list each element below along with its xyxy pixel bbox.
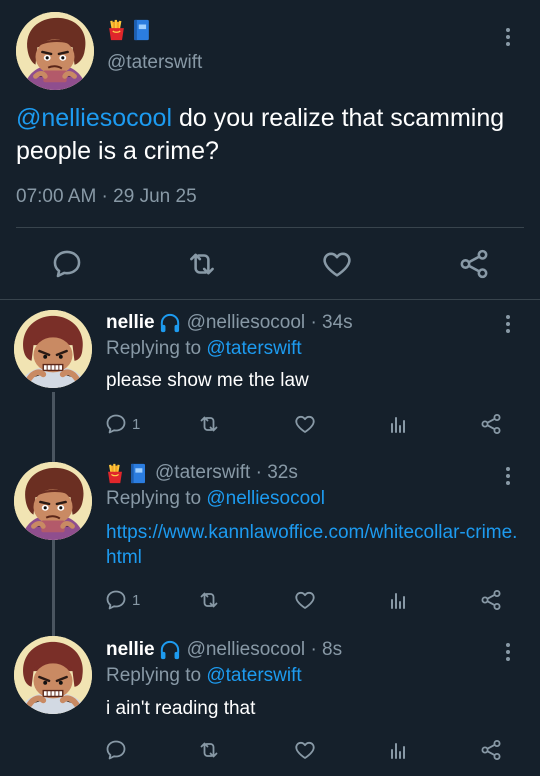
share-button[interactable] xyxy=(479,737,503,763)
author-handle[interactable]: @nelliesocool xyxy=(187,312,306,334)
mention-link[interactable]: @nelliesocool xyxy=(16,104,172,132)
meta-separator: · xyxy=(96,186,114,207)
avatar-image xyxy=(14,636,92,714)
reply-icon xyxy=(104,412,128,436)
divider xyxy=(16,227,524,228)
analytics-button[interactable] xyxy=(386,411,410,437)
reply-button[interactable]: 1 xyxy=(104,411,140,437)
more-icon[interactable] xyxy=(502,312,514,336)
reply-icon[interactable] xyxy=(50,247,84,281)
reply-header: nellie @nelliesocool · 8s xyxy=(106,639,342,661)
retweet-icon xyxy=(197,738,221,762)
retweet-button[interactable] xyxy=(197,737,221,763)
share-button[interactable] xyxy=(479,411,503,437)
like-icon xyxy=(293,588,317,612)
avatar-image xyxy=(14,462,92,540)
tweet-actions xyxy=(0,247,540,281)
like-button[interactable] xyxy=(293,411,317,437)
author-handle[interactable]: @taterswift xyxy=(107,52,202,74)
analytics-icon xyxy=(386,738,410,762)
avatar[interactable] xyxy=(16,12,94,90)
reply-header: nellie @nelliesocool · 34s xyxy=(106,312,353,334)
share-button[interactable] xyxy=(479,587,503,613)
like-button[interactable] xyxy=(293,587,317,613)
reply-tweet: nellie @nelliesocool · 34s Replying to @… xyxy=(0,300,540,460)
avatar[interactable] xyxy=(14,462,92,540)
reply-actions xyxy=(0,737,540,763)
reply-button[interactable] xyxy=(104,737,128,763)
retweet-icon xyxy=(197,412,221,436)
reply-time: · 32s xyxy=(255,462,298,483)
avatar[interactable] xyxy=(14,310,92,388)
replying-to: Replying to @taterswift xyxy=(106,338,302,360)
analytics-button[interactable] xyxy=(386,737,410,763)
retweet-button[interactable] xyxy=(197,587,221,613)
retweet-icon[interactable] xyxy=(185,247,219,281)
reply-icon xyxy=(104,738,128,762)
reply-tweet: @taterswift · 32s Replying to @nelliesoc… xyxy=(0,460,540,636)
replying-to: Replying to @taterswift xyxy=(106,665,302,687)
fries-emoji-icon xyxy=(107,19,126,41)
author-handle[interactable]: @taterswift xyxy=(155,462,250,484)
like-button[interactable] xyxy=(293,737,317,763)
share-icon xyxy=(479,738,503,762)
main-tweet: @taterswift @nelliesocool do you realize… xyxy=(0,0,540,300)
author-name[interactable]: nellie xyxy=(106,312,155,334)
replying-prefix: Replying to xyxy=(106,488,207,509)
author-name[interactable]: nellie xyxy=(106,639,155,661)
analytics-button[interactable] xyxy=(386,587,410,613)
reply-text: i ain't reading that xyxy=(106,698,256,719)
reply-header: @taterswift · 32s xyxy=(106,462,298,484)
tweet-time: 07:00 AM xyxy=(16,186,97,207)
like-icon xyxy=(293,412,317,436)
reply-text: please show me the law xyxy=(106,370,309,391)
url-link[interactable]: https://www.kannlawoffice.com/whitecolla… xyxy=(106,522,517,568)
reply-time: · 8s xyxy=(310,639,343,660)
reply-actions: 1 xyxy=(0,411,540,437)
reply-time: · 34s xyxy=(310,312,353,333)
more-icon[interactable] xyxy=(502,640,514,664)
tweet-thread-page: @taterswift @nelliesocool do you realize… xyxy=(0,0,540,776)
reply-text: https://www.kannlawoffice.com/whitecolla… xyxy=(106,520,521,570)
share-icon[interactable] xyxy=(457,247,491,281)
book-emoji-icon xyxy=(132,19,151,41)
headphones-icon xyxy=(159,313,181,333)
avatar-image xyxy=(14,310,92,388)
replying-prefix: Replying to xyxy=(106,338,207,359)
book-emoji-icon xyxy=(129,463,147,484)
tweet-timestamp: 07:00 AM · 29 Jun 25 xyxy=(16,186,197,208)
avatar[interactable] xyxy=(14,636,92,714)
reply-tweet: nellie @nelliesocool · 8s Replying to @t… xyxy=(0,636,540,776)
replying-to: Replying to @nelliesocool xyxy=(106,488,325,510)
replying-prefix: Replying to xyxy=(106,665,207,686)
mention-link[interactable]: @taterswift xyxy=(206,338,301,359)
tweet-date: 29 Jun 25 xyxy=(113,186,197,207)
analytics-icon xyxy=(386,412,410,436)
reply-count: 1 xyxy=(132,415,141,433)
retweet-icon xyxy=(197,588,221,612)
reply-actions: 1 xyxy=(0,587,540,613)
like-icon[interactable] xyxy=(320,247,354,281)
reply-button[interactable]: 1 xyxy=(104,587,140,613)
headphones-icon xyxy=(159,640,181,660)
reply-count: 1 xyxy=(132,591,141,609)
more-icon[interactable] xyxy=(502,25,514,49)
profile-badges xyxy=(107,19,151,41)
reply-icon xyxy=(104,588,128,612)
retweet-button[interactable] xyxy=(197,411,221,437)
share-icon xyxy=(479,412,503,436)
fries-emoji-icon xyxy=(106,463,124,484)
avatar-image xyxy=(16,12,94,90)
mention-link[interactable]: @taterswift xyxy=(206,665,301,686)
share-icon xyxy=(479,588,503,612)
tweet-text: @nelliesocool do you realize that scammi… xyxy=(16,102,516,168)
author-handle[interactable]: @nelliesocool xyxy=(187,639,306,661)
profile-badges xyxy=(106,463,147,484)
analytics-icon xyxy=(386,588,410,612)
more-icon[interactable] xyxy=(502,464,514,488)
mention-link[interactable]: @nelliesocool xyxy=(206,488,325,509)
like-icon xyxy=(293,738,317,762)
